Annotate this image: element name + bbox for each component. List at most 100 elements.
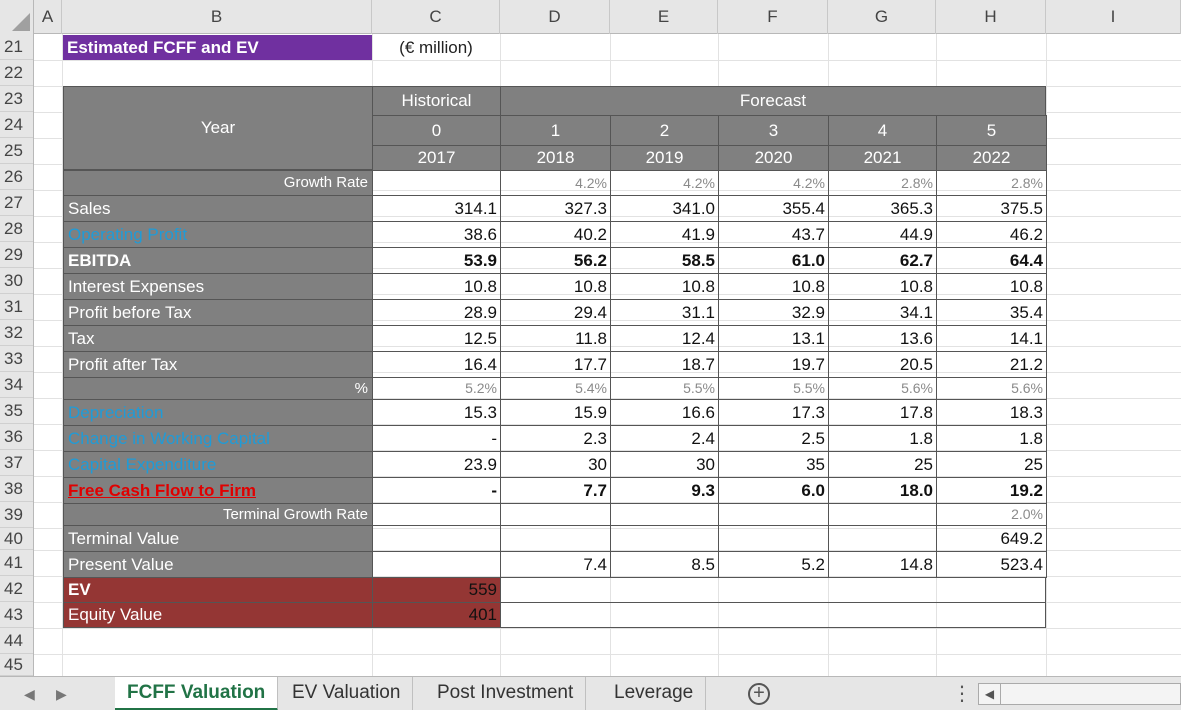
equity-label[interactable]: Equity Value [63, 602, 373, 628]
period-index[interactable]: 2 [610, 115, 719, 146]
value-cell[interactable] [372, 170, 501, 196]
year-cell[interactable]: 2017 [372, 145, 501, 171]
row-header[interactable]: 34 [0, 372, 33, 398]
value-cell[interactable]: 7.4 [500, 551, 611, 578]
value-cell[interactable]: 6.0 [718, 477, 829, 504]
value-cell[interactable]: 327.3 [500, 195, 611, 222]
value-cell[interactable]: 38.6 [372, 221, 501, 248]
unit-label[interactable]: (€ million) [372, 35, 500, 60]
historical-header[interactable]: Historical [372, 86, 501, 116]
column-header-a[interactable]: A [34, 0, 62, 34]
value-cell[interactable]: 56.2 [500, 247, 611, 274]
value-cell[interactable]: 31.1 [610, 299, 719, 326]
equity-blank[interactable] [500, 602, 1046, 628]
row-label[interactable]: Present Value [63, 551, 373, 578]
row-header[interactable]: 37 [0, 450, 33, 476]
value-cell[interactable]: 5.2% [372, 377, 501, 400]
value-cell[interactable]: 7.7 [500, 477, 611, 504]
value-cell[interactable]: 8.5 [610, 551, 719, 578]
row-header[interactable]: 31 [0, 294, 33, 320]
value-cell[interactable]: 4.2% [610, 170, 719, 196]
value-cell[interactable]: 35.4 [936, 299, 1047, 326]
value-cell[interactable]: 1.8 [936, 425, 1047, 452]
row-header[interactable]: 32 [0, 320, 33, 346]
row-label[interactable]: Sales [63, 195, 373, 222]
column-header-g[interactable]: G [828, 0, 936, 34]
value-cell[interactable] [372, 525, 501, 552]
value-cell[interactable] [500, 503, 611, 526]
tab-fcff-valuation[interactable]: FCFF Valuation [115, 677, 279, 710]
value-cell[interactable]: 5.2 [718, 551, 829, 578]
value-cell[interactable]: 25 [936, 451, 1047, 478]
column-header-f[interactable]: F [718, 0, 828, 34]
row-label[interactable]: Interest Expenses [63, 273, 373, 300]
value-cell[interactable]: 44.9 [828, 221, 937, 248]
value-cell[interactable]: 43.7 [718, 221, 829, 248]
column-header-b[interactable]: B [62, 0, 372, 34]
row-header[interactable]: 28 [0, 216, 33, 242]
row-header[interactable]: 30 [0, 268, 33, 294]
equity-value[interactable]: 401 [372, 602, 501, 628]
row-header[interactable]: 22 [0, 60, 33, 86]
value-cell[interactable]: 14.8 [828, 551, 937, 578]
value-cell[interactable] [718, 525, 829, 552]
value-cell[interactable]: 12.4 [610, 325, 719, 352]
value-cell[interactable]: 18.3 [936, 399, 1047, 426]
value-cell[interactable]: 15.3 [372, 399, 501, 426]
row-label[interactable]: EBITDA [63, 247, 373, 274]
value-cell[interactable]: 17.3 [718, 399, 829, 426]
row-label[interactable]: Capital Expenditure [63, 451, 373, 478]
row-header[interactable]: 43 [0, 602, 33, 628]
add-sheet-icon[interactable]: + [748, 683, 770, 705]
value-cell[interactable]: 21.2 [936, 351, 1047, 378]
value-cell[interactable] [500, 525, 611, 552]
tab-post-investment[interactable]: Post Investment [425, 677, 587, 710]
value-cell[interactable]: 2.4 [610, 425, 719, 452]
ev-blank[interactable] [500, 577, 1046, 603]
value-cell[interactable] [828, 525, 937, 552]
value-cell[interactable]: 16.4 [372, 351, 501, 378]
row-header[interactable]: 41 [0, 550, 33, 576]
row-label[interactable]: Tax [63, 325, 373, 352]
value-cell[interactable]: 365.3 [828, 195, 937, 222]
row-label[interactable]: % [63, 377, 373, 400]
value-cell[interactable]: - [372, 425, 501, 452]
year-cell[interactable]: 2019 [610, 145, 719, 171]
value-cell[interactable]: 2.3 [500, 425, 611, 452]
row-header[interactable]: 36 [0, 424, 33, 450]
value-cell[interactable] [718, 503, 829, 526]
value-cell[interactable]: 4.2% [718, 170, 829, 196]
column-header-c[interactable]: C [372, 0, 500, 34]
row-label[interactable]: Terminal Growth Rate [63, 503, 373, 526]
value-cell[interactable]: 35 [718, 451, 829, 478]
value-cell[interactable]: 649.2 [936, 525, 1047, 552]
value-cell[interactable]: 10.8 [372, 273, 501, 300]
value-cell[interactable]: 11.8 [500, 325, 611, 352]
value-cell[interactable]: 23.9 [372, 451, 501, 478]
column-header-d[interactable]: D [500, 0, 610, 34]
value-cell[interactable]: 18.0 [828, 477, 937, 504]
value-cell[interactable]: 32.9 [718, 299, 829, 326]
row-label[interactable]: Terminal Value [63, 525, 373, 552]
value-cell[interactable]: 30 [500, 451, 611, 478]
value-cell[interactable]: 4.2% [500, 170, 611, 196]
sheet-title[interactable]: Estimated FCFF and EV [63, 35, 372, 60]
value-cell[interactable]: 34.1 [828, 299, 937, 326]
row-label[interactable]: Profit after Tax [63, 351, 373, 378]
year-header[interactable]: Year [63, 86, 373, 170]
column-header-e[interactable]: E [610, 0, 718, 34]
period-index[interactable]: 4 [828, 115, 937, 146]
value-cell[interactable]: 18.7 [610, 351, 719, 378]
value-cell[interactable]: 30 [610, 451, 719, 478]
row-header[interactable]: 25 [0, 138, 33, 164]
row-header[interactable]: 38 [0, 476, 33, 502]
value-cell[interactable]: 10.8 [936, 273, 1047, 300]
more-options-icon[interactable]: ⋮ [952, 677, 972, 710]
row-header[interactable]: 45 [0, 654, 33, 676]
value-cell[interactable]: 5.6% [936, 377, 1047, 400]
value-cell[interactable]: 1.8 [828, 425, 937, 452]
horizontal-scrollbar[interactable]: ◀ [978, 683, 1181, 705]
value-cell[interactable]: 20.5 [828, 351, 937, 378]
ev-value[interactable]: 559 [372, 577, 501, 603]
value-cell[interactable]: 10.8 [718, 273, 829, 300]
